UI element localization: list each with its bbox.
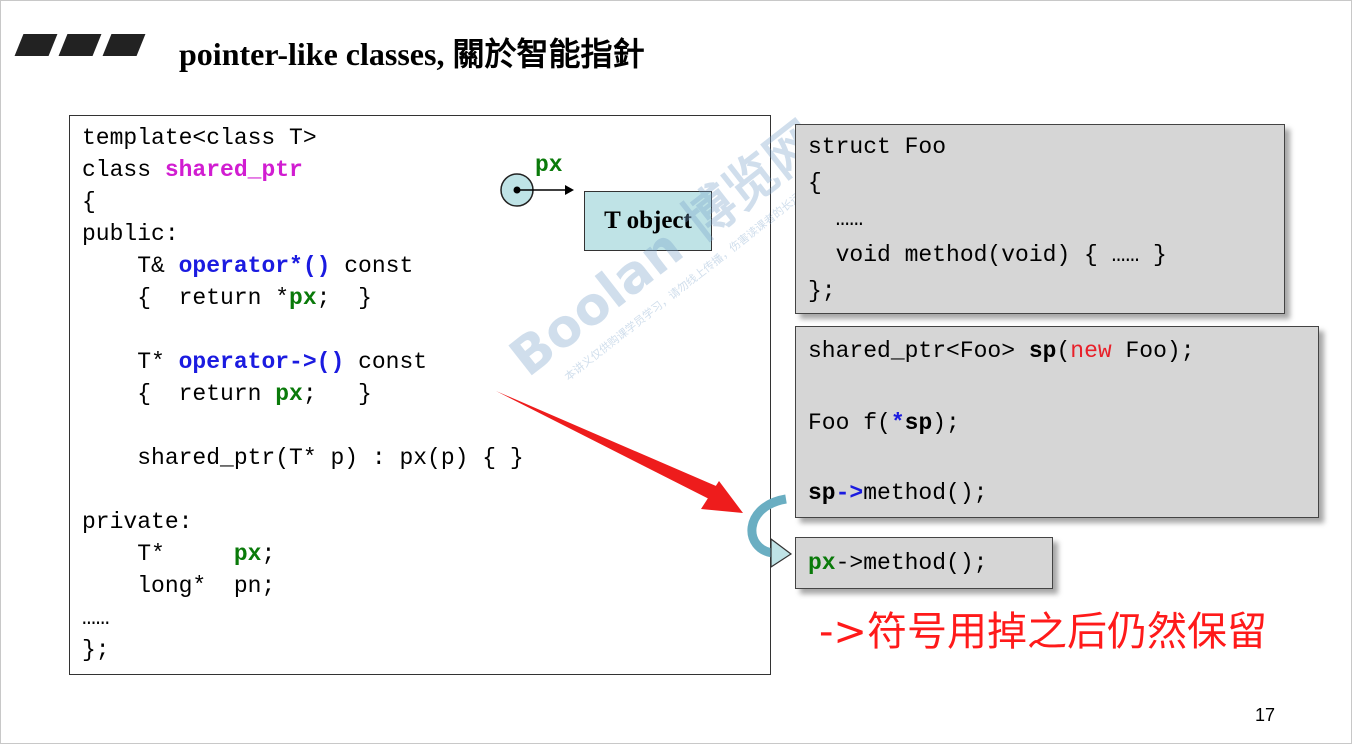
struct-foo-code-box: struct Foo { …… void method(void) { …… }… xyxy=(795,124,1285,314)
slide: pointer-like classes, 關於智能指針 template<cl… xyxy=(0,0,1352,744)
code-line: private: xyxy=(82,509,193,535)
class-name-shared-ptr: shared_ptr xyxy=(164,157,303,183)
code-line: px->method(); xyxy=(808,550,988,576)
code-line: }; xyxy=(82,637,110,663)
code-line: Foo f(*sp); xyxy=(808,410,960,436)
code-line: }; xyxy=(808,278,836,304)
code-line: shared_ptr(T* p) : px(p) { } xyxy=(82,445,524,471)
code-line: long* pn; xyxy=(82,573,276,599)
code-line: T* px; xyxy=(82,541,276,567)
code-line: public: xyxy=(82,221,179,247)
pointer-arrow-icon xyxy=(565,185,574,195)
code-line: sp->method(); xyxy=(808,480,988,506)
operator-deref: operator*() xyxy=(178,253,331,279)
code-line: …… xyxy=(82,605,110,631)
code-line: void method(void) { …… } xyxy=(808,242,1167,268)
code-line: shared_ptr<Foo> sp(new Foo); xyxy=(808,338,1195,364)
px-method-code-box: px->method(); xyxy=(795,537,1053,589)
page-number: 17 xyxy=(1255,705,1276,725)
code-line: { xyxy=(808,170,822,196)
usage-code-box: shared_ptr<Foo> sp(new Foo); Foo f(*sp);… xyxy=(795,326,1319,518)
code-line: T& operator*() const xyxy=(82,253,414,279)
code-line: { xyxy=(82,189,96,215)
code-line: template<class T> xyxy=(82,125,317,151)
operator-arrow: operator->() xyxy=(178,349,345,375)
code-line: class shared_ptr xyxy=(82,157,303,183)
code-line: T* operator->() const xyxy=(82,349,428,375)
code-line: { return px; } xyxy=(82,381,372,407)
code-line: struct Foo xyxy=(808,134,947,160)
code-line: …… xyxy=(808,206,864,232)
slide-title: pointer-like classes, 關於智能指針 xyxy=(179,36,645,72)
annotation-text: ->符号用掉之后仍然保留 xyxy=(801,599,1351,665)
px-pointer-label: px xyxy=(535,152,563,178)
t-object-box: T object xyxy=(584,191,712,251)
code-line: { return *px; } xyxy=(82,285,372,311)
